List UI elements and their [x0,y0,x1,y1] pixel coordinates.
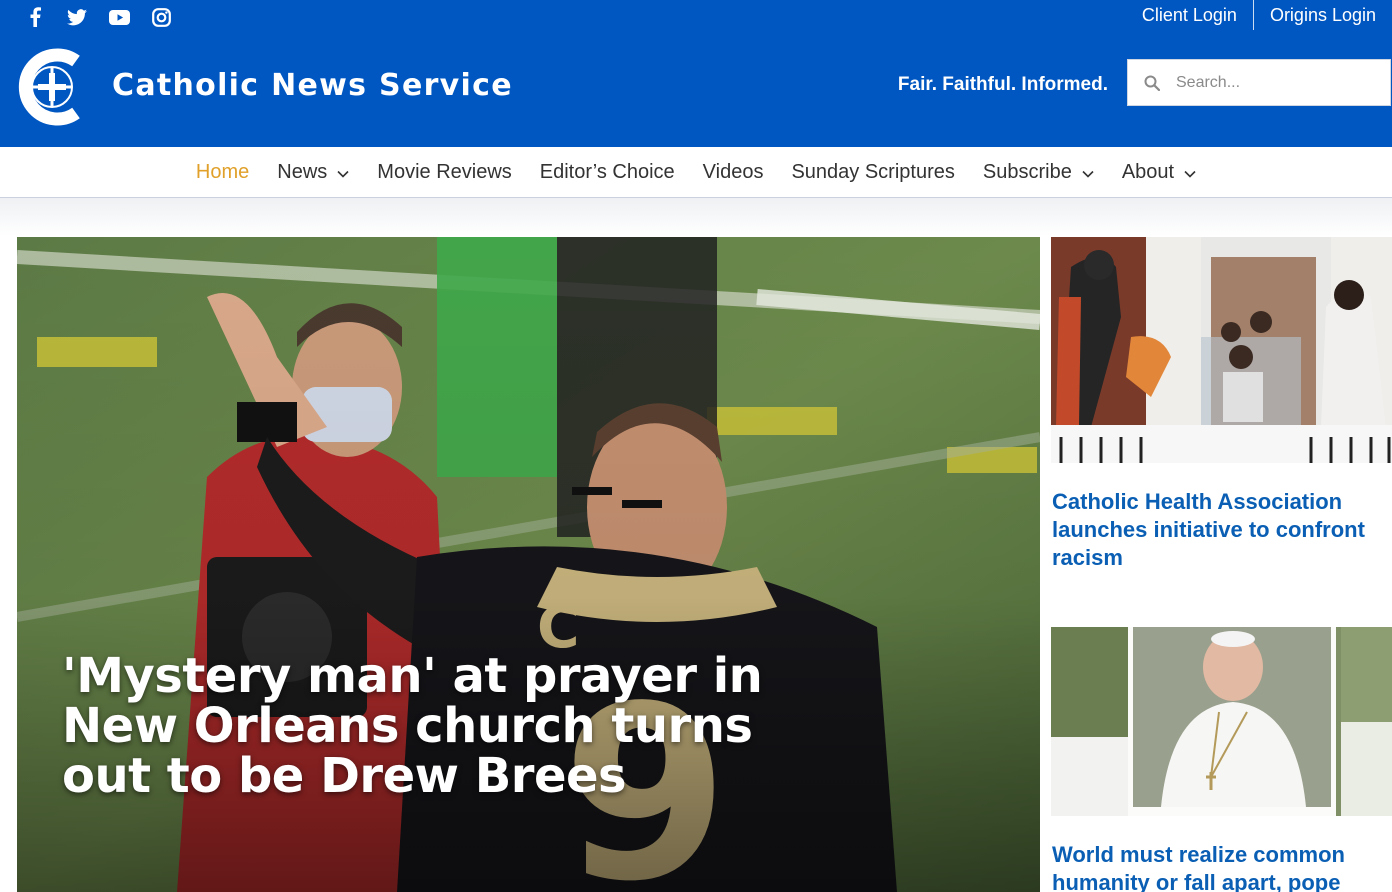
content-top-gradient [0,198,1392,236]
nav-item-label: Editor’s Choice [539,160,675,183]
hero-headline[interactable]: 'Mystery man' at prayer in New Orleans c… [62,651,832,801]
twitter-icon[interactable] [56,6,98,28]
youtube-icon[interactable] [98,6,140,28]
nav-item-about[interactable]: About [1108,161,1210,184]
site-header: Client Login Origins Login Catholic News… [0,0,1392,147]
search-box[interactable] [1127,59,1391,106]
search-input[interactable] [1176,73,1376,92]
nav-item-label: About [1121,160,1175,183]
site-name[interactable]: Catholic News Service [112,68,513,103]
social-links [14,6,182,28]
instagram-icon[interactable] [140,6,182,28]
facebook-icon[interactable] [14,6,56,28]
nav-item-subscribe[interactable]: Subscribe [969,161,1108,184]
side-story-headline[interactable]: Catholic Health Association launches ini… [1051,488,1381,572]
nav-item-movie-reviews[interactable]: Movie Reviews [363,161,525,184]
side-story-image[interactable] [1051,237,1392,463]
nav-item-label: Sunday Scriptures [791,160,955,183]
main-nav: Home News Movie Reviews Editor’s Choice … [0,147,1392,198]
nav-item-label: Home [195,160,250,183]
nav-item-label: Videos [702,160,764,183]
nav-item-sunday-scriptures[interactable]: Sunday Scriptures [777,161,968,184]
nav-item-home[interactable]: Home [182,161,263,184]
nav-item-label: Subscribe [982,160,1072,183]
side-story-image[interactable] [1051,627,1392,816]
nav-item-news[interactable]: News [263,161,363,184]
side-story-card[interactable]: World must realize common humanity or fa… [1051,627,1392,892]
chevron-down-icon [1082,161,1094,184]
chevron-down-icon [1184,161,1196,184]
search-icon[interactable] [1128,75,1176,91]
nav-item-label: News [277,160,328,183]
login-divider [1252,0,1254,30]
cns-logo-icon[interactable] [16,47,86,127]
nav-item-videos[interactable]: Videos [689,161,778,184]
client-login-link[interactable]: Client Login [1126,0,1253,30]
side-story-headline[interactable]: World must realize common humanity or fa… [1051,841,1381,892]
nav-item-editors-choice[interactable]: Editor’s Choice [526,161,689,184]
origins-login-link[interactable]: Origins Login [1254,0,1376,30]
nav-item-label: Movie Reviews [377,160,512,183]
chevron-down-icon [337,161,349,184]
side-story-card[interactable]: Catholic Health Association launches ini… [1051,237,1392,572]
site-tagline: Fair. Faithful. Informed. [897,74,1108,95]
hero-story[interactable]: C 9 'Mystery man' at prayer in New Orlea… [17,237,1040,892]
login-links: Client Login Origins Login [1126,0,1376,30]
